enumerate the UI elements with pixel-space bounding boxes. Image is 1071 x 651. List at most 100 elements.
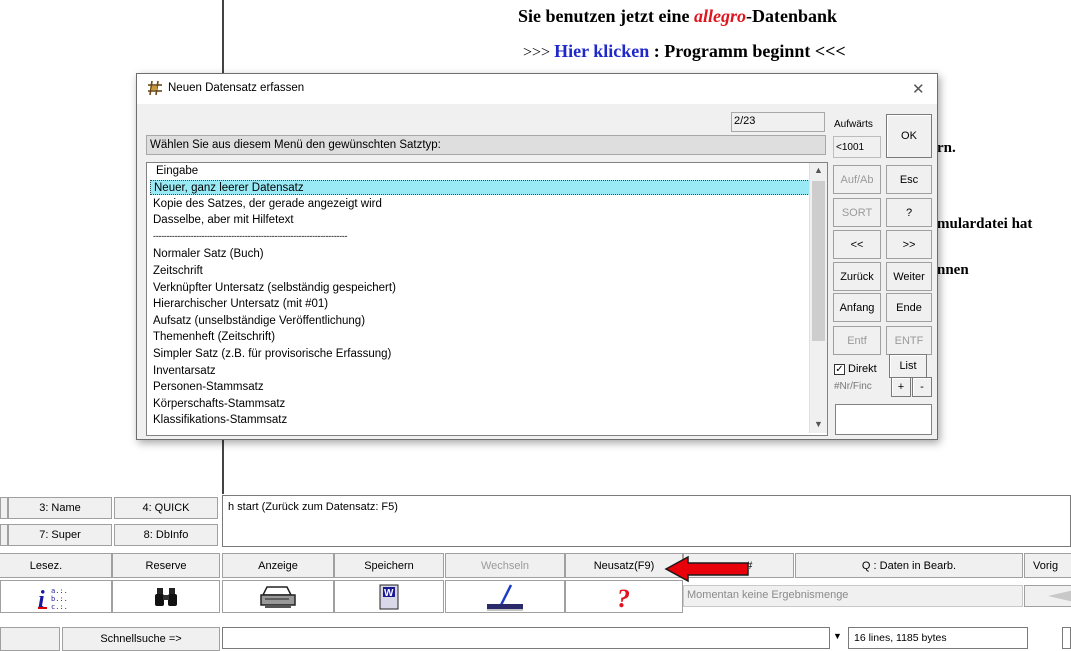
file-info-text: 16 lines, 1185 bytes [854,632,947,644]
find-input[interactable] [835,404,932,435]
prompt-text: Wählen Sie aus diesem Menü den gewünscht… [150,139,441,151]
list-item[interactable]: Aufsatz (unselbständige Veröffentlichung… [153,314,365,329]
next-button[interactable]: Weiter [886,262,932,291]
esc-button[interactable]: Esc [886,165,932,194]
start-button[interactable]: Anfang [833,293,881,322]
quick-button[interactable]: 4: QUICK [114,497,218,519]
list-item[interactable]: Körperschafts-Stammsatz [153,397,285,412]
list-item[interactable]: Zeitschrift [153,264,203,279]
display-button[interactable]: Anzeige [222,553,334,578]
plus-button[interactable]: + [891,377,911,397]
toolbar-edge-button[interactable] [0,497,8,519]
list-item[interactable]: Inventarsatz [153,364,216,379]
previous-button[interactable]: Vorig [1024,553,1071,578]
word-document-icon: W [379,584,399,609]
background-text-fragment: mulardatei hat [937,216,1033,232]
arrow-left-icon [1048,590,1071,602]
printer-icon [260,585,296,608]
scroll-down-icon[interactable]: ▼ [814,419,823,429]
list-item-selected[interactable]: Neuer, ganz leerer Datensatz [150,180,810,195]
red-arrow-annotation [664,555,749,583]
background-text-fragment: rn. [937,140,956,156]
upwards-label: Aufwärts [834,119,873,130]
clean-button[interactable] [445,580,565,613]
banner-brand: allegro [693,6,746,26]
info-list-icon: i a.:. b.:. c.:. [38,587,68,610]
page-forward-button[interactable]: >> [886,230,932,259]
delete-caps-button[interactable]: ENTF [886,326,932,355]
command-status-text: h start (Zurück zum Datensatz: F5) [228,501,398,513]
svg-text:?: ? [617,584,630,610]
banner-prefix: Sie benutzen jetzt eine [518,6,694,26]
svg-text:i: i [38,587,45,610]
broom-icon [487,583,523,610]
app-hash-icon [147,80,163,96]
help-button[interactable]: ? [886,198,932,227]
list-item[interactable]: Eingabe [156,164,198,179]
help-question-button[interactable]: ? [565,580,683,613]
word-export-button[interactable]: W [334,580,444,613]
list-item[interactable]: Simpler Satz (z.B. für provisorische Erf… [153,347,391,362]
svg-text:c.:.: c.:. [51,603,68,610]
record-type-list[interactable]: Eingabe Neuer, ganz leerer Datensatz Kop… [146,162,828,436]
quicksearch-button[interactable]: Schnellsuche => [62,627,220,651]
print-button[interactable] [222,580,334,613]
direct-label: Direkt [848,363,877,375]
quicksearch-input[interactable] [222,627,830,649]
record-counter-box: 2/23 [731,112,825,132]
switch-button[interactable]: Wechseln [445,553,565,578]
super-button[interactable]: 7: Super [8,524,112,546]
svg-text:W: W [384,588,394,599]
result-set-text: Momentan keine Ergebnismenge [687,589,849,601]
list-item[interactable]: Themenheft (Zeitschrift) [153,330,275,345]
list-item[interactable]: Klassifikations-Stammsatz [153,413,287,428]
minus-button[interactable]: - [912,377,932,397]
banner-start-line: >>> Hier klicken : Programm beginnt <<< [523,41,846,62]
banner-arrows-left: >>> [523,44,555,61]
bookmark-button[interactable]: Lesez. [0,553,112,578]
range-value: <1001 [836,141,865,153]
info-list-button[interactable]: i a.:. b.:. c.:. [0,580,112,613]
list-item[interactable]: Hierarchischer Untersatz (mit #01) [153,297,328,312]
save-button[interactable]: Speichern [334,553,444,578]
ok-button[interactable]: OK [886,114,932,158]
list-button[interactable]: List [889,354,927,378]
list-item[interactable]: Kopie des Satzes, der gerade angezeigt w… [153,197,382,212]
dbinfo-button[interactable]: 8: DbInfo [114,524,218,546]
list-scrollbar[interactable]: ▲ ▼ [809,163,827,433]
back-button[interactable]: Zurück [833,262,881,291]
range-field[interactable]: <1001 [833,136,881,158]
bottom-edge-button[interactable] [0,627,60,651]
end-button[interactable]: Ende [886,293,932,322]
question-mark-icon: ? [617,584,630,610]
svg-text:b.:.: b.:. [51,595,68,603]
status-edge [1062,627,1071,649]
start-program-link[interactable]: Hier klicken [554,41,649,61]
list-separator: ----------------------------------------… [153,231,348,241]
background-text-fragment: nnen [937,262,969,278]
list-item[interactable]: Dasselbe, aber mit Hilfetext [153,213,294,228]
back-arrow-button[interactable] [1024,585,1071,607]
banner-suffix: -Datenbank [745,6,837,26]
prompt-bar: Wählen Sie aus diesem Menü den gewünscht… [146,135,826,155]
dropdown-arrow-icon[interactable]: ▼ [833,631,842,641]
edit-data-button[interactable]: Q : Daten in Bearb. [795,553,1023,578]
dialog-titlebar[interactable]: Neuen Datensatz erfassen ✕ [137,74,937,104]
name-button[interactable]: 3: Name [8,497,112,519]
list-item[interactable]: Personen-Stammsatz [153,380,264,395]
delete-button[interactable]: Entf [833,326,881,355]
binoculars-button[interactable] [112,580,220,613]
close-icon[interactable]: ✕ [912,80,925,98]
result-set-field: Momentan keine Ergebnismenge [683,585,1023,607]
banner-start-suffix: : Programm beginnt <<< [649,41,846,61]
list-item[interactable]: Verknüpfter Untersatz (selbständig gespe… [153,281,396,296]
direct-checkbox[interactable]: ✓ [834,364,845,375]
page-back-button[interactable]: << [833,230,881,259]
sort-button[interactable]: SORT [833,198,881,227]
list-item[interactable]: Normaler Satz (Buch) [153,247,264,262]
scroll-up-icon[interactable]: ▲ [814,165,823,175]
scrollbar-thumb[interactable] [812,181,825,341]
reserve-button[interactable]: Reserve [112,553,220,578]
up-down-button[interactable]: Auf/Ab [833,165,881,194]
toolbar-edge-button[interactable] [0,524,8,546]
